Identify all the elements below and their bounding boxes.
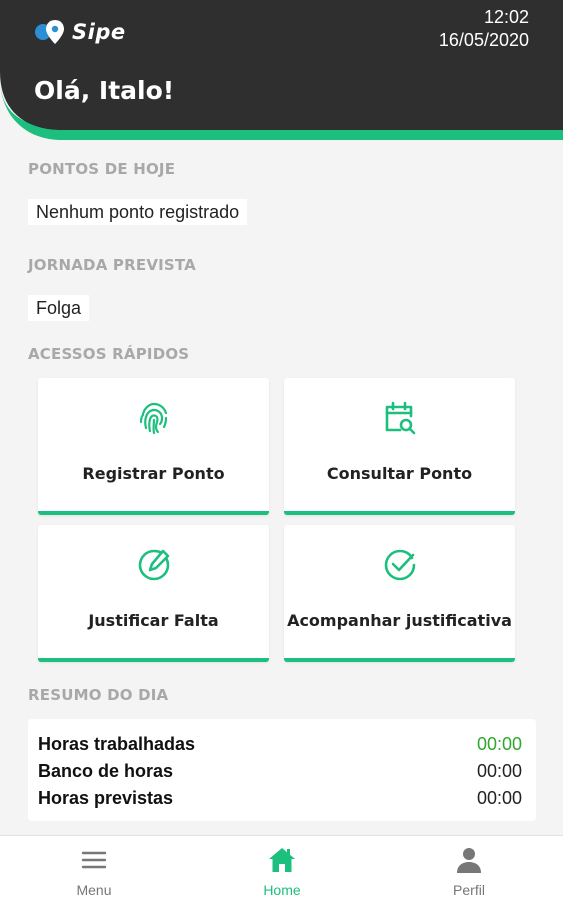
app-header: Sipe 12:02 16/05/2020 Olá, Italo! (0, 0, 563, 140)
nav-item-menu[interactable]: Menu (34, 836, 154, 900)
register-point-label: Registrar Ponto (82, 464, 225, 483)
nav-item-profile[interactable]: Perfil (409, 836, 529, 900)
schedule-value: Folga (28, 295, 90, 321)
schedule-section-title: JORNADA PREVISTA (28, 256, 196, 274)
today-section-title: PONTOS DE HOJE (28, 160, 176, 178)
edit-circle-icon (138, 549, 169, 581)
check-circle-icon (384, 549, 415, 581)
summary-label: Banco de horas (38, 760, 174, 781)
nav-label-menu: Menu (76, 882, 112, 898)
consult-point-card[interactable]: Consultar Ponto (284, 378, 515, 515)
app-name: Sipe (72, 20, 126, 44)
summary-value: 00:00 (476, 760, 522, 781)
track-justification-card[interactable]: Acompanhar justificativa (284, 525, 515, 662)
menu-icon (81, 851, 107, 869)
nav-label-profile: Perfil (453, 882, 485, 898)
greeting: Olá, Italo! (34, 76, 175, 105)
home-icon (269, 848, 295, 872)
nav-label-home: Home (263, 882, 301, 898)
nav-item-home[interactable]: Home (222, 836, 342, 900)
summary-row-worked-hours: Horas trabalhadas 00:00 (38, 731, 522, 757)
clock: 12:02 16/05/2020 (439, 6, 529, 52)
current-time: 12:02 (483, 7, 529, 27)
summary-card: Horas trabalhadas 00:00 Banco de horas 0… (28, 719, 536, 821)
consult-point-label: Consultar Ponto (326, 464, 473, 483)
summary-value: 00:00 (476, 787, 522, 808)
user-icon (457, 848, 481, 873)
calendar-search-icon (385, 401, 415, 435)
current-date: 16/05/2020 (438, 30, 529, 50)
app-logo: Sipe (34, 18, 126, 46)
summary-label: Horas previstas (38, 787, 174, 808)
justify-absence-card[interactable]: Justificar Falta (38, 525, 269, 662)
register-point-card[interactable]: Registrar Ponto (38, 378, 269, 515)
bottom-navigation: Menu Home Perfil (0, 835, 563, 900)
summary-section-title: RESUMO DO DIA (28, 686, 169, 704)
quick-access-title: ACESSOS RÁPIDOS (28, 345, 190, 363)
justify-absence-label: Justificar Falta (88, 611, 219, 630)
today-points-value: Nenhum ponto registrado (28, 199, 248, 225)
summary-value: 00:00 (476, 733, 522, 754)
summary-row-expected-hours: Horas previstas 00:00 (38, 785, 522, 811)
summary-label: Horas trabalhadas (38, 733, 196, 754)
track-justification-label: Acompanhar justificativa (287, 611, 512, 630)
location-pin-icon (35, 20, 64, 44)
fingerprint-icon (139, 402, 167, 435)
summary-row-hour-bank: Banco de horas 00:00 (38, 758, 522, 784)
